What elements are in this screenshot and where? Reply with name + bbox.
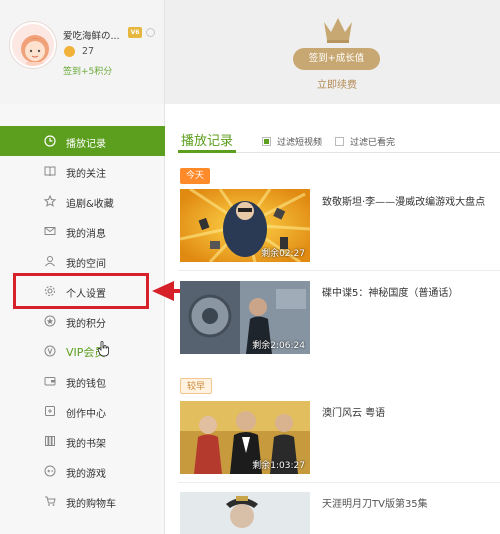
hand-cursor-icon: [97, 341, 109, 357]
username[interactable]: 爱吃海鲜の...: [63, 28, 120, 42]
sidebar-item-label: 我的购物车: [66, 499, 116, 510]
sidebar-item-cart[interactable]: 我的购物车: [0, 486, 165, 516]
settings-highlight-box: [13, 273, 149, 309]
checkbox-checked[interactable]: [262, 137, 271, 146]
sidebar-item-games[interactable]: 我的游戏: [0, 456, 165, 486]
sidebar-item-label: 创作中心: [66, 409, 106, 420]
star-icon: [44, 195, 56, 207]
filter-short-videos[interactable]: 过滤短视频: [262, 135, 322, 148]
sidebar-item-label: 播放记录: [66, 139, 106, 150]
vip-level-badge: V6: [128, 27, 142, 38]
cart-icon: [45, 496, 56, 506]
book-icon: [44, 166, 56, 177]
game-icon: [44, 465, 56, 477]
remaining-time: 剩余2:06:24: [252, 341, 305, 351]
sidebar-item-label: 我的积分: [66, 319, 106, 330]
sidebar-item-play-history[interactable]: 播放记录: [0, 126, 165, 156]
sign-points-link[interactable]: 签到+5积分: [63, 64, 112, 77]
checkbox-unchecked[interactable]: [335, 137, 344, 146]
sidebar-item-vip[interactable]: VIP会员: [0, 336, 165, 366]
video-thumbnail[interactable]: 剩余1:03:27: [180, 401, 310, 474]
avatar[interactable]: [10, 22, 56, 68]
sidebar-item-favorites[interactable]: 追剧&收藏: [0, 186, 165, 216]
sidebar-item-points[interactable]: 我的积分: [0, 306, 165, 336]
sidebar-item-wallet[interactable]: 我的钱包: [0, 366, 165, 396]
sidebar-item-label: 我的书架: [66, 439, 106, 450]
wallet-icon: [44, 377, 56, 386]
title-underline: [178, 150, 236, 153]
sidebar-item-bookshelf[interactable]: 我的书架: [0, 426, 165, 456]
filter-watched[interactable]: 过滤已看完: [335, 135, 395, 148]
sidebar-item-label: 我的消息: [66, 229, 106, 240]
video-title[interactable]: 澳门风云 粤语: [322, 404, 385, 419]
video-thumbnail[interactable]: 剩余02:27: [180, 189, 310, 262]
profile-info-icon[interactable]: [146, 28, 155, 37]
sidebar-item-messages[interactable]: 我的消息: [0, 216, 165, 246]
user-icon: [45, 256, 55, 267]
sidebar-item-label: 追剧&收藏: [66, 199, 114, 210]
points-icon: [44, 315, 56, 327]
coin-icon: [64, 46, 75, 57]
sidebar: 播放记录 我的关注 追剧&收藏 我的消息 我的空间 个人设置 我的积分 VIP会…: [0, 104, 165, 534]
remaining-time: 剩余02:27: [261, 249, 305, 259]
filter-label: 过滤已看完: [350, 138, 396, 148]
remaining-time: 剩余1:03:27: [252, 461, 305, 471]
sidebar-item-creator[interactable]: 创作中心: [0, 396, 165, 426]
sign-in-button[interactable]: 签到+成长值: [293, 48, 380, 70]
video-title[interactable]: 碟中谍5：神秘国度（普通话）: [322, 284, 458, 299]
crown-icon: [320, 14, 356, 44]
vip-icon: [44, 345, 56, 357]
sidebar-item-follows[interactable]: 我的关注: [0, 156, 165, 186]
video-thumbnail[interactable]: 剩余2:06:24: [180, 281, 310, 354]
sidebar-item-label: 我的关注: [66, 169, 106, 180]
create-icon: [45, 406, 55, 416]
divider: [178, 270, 500, 271]
renew-link[interactable]: 立即续费: [310, 76, 364, 91]
video-title[interactable]: 天涯明月刀TV版第35集: [322, 495, 428, 510]
profile-card: 爱吃海鲜の... V6 27 签到+5积分: [0, 0, 165, 104]
video-thumbnail[interactable]: [180, 492, 310, 534]
mail-icon: [44, 227, 56, 235]
bookshelf-icon: [45, 436, 55, 446]
divider: [178, 482, 500, 483]
clock-icon: [44, 135, 56, 147]
group-tag-earlier: 较早: [180, 378, 213, 394]
coin-count: 27: [82, 46, 95, 57]
sidebar-item-space[interactable]: 我的空间: [0, 246, 165, 276]
sidebar-item-label: 我的钱包: [66, 379, 106, 390]
sidebar-item-label: 我的游戏: [66, 469, 106, 480]
sidebar-item-label: 我的空间: [66, 259, 106, 270]
page-title: 播放记录: [181, 134, 234, 149]
group-tag-today: 今天: [180, 168, 211, 184]
video-title[interactable]: 致敬斯坦·李——漫威改编游戏大盘点: [322, 193, 485, 208]
filter-label: 过滤短视频: [277, 138, 323, 148]
